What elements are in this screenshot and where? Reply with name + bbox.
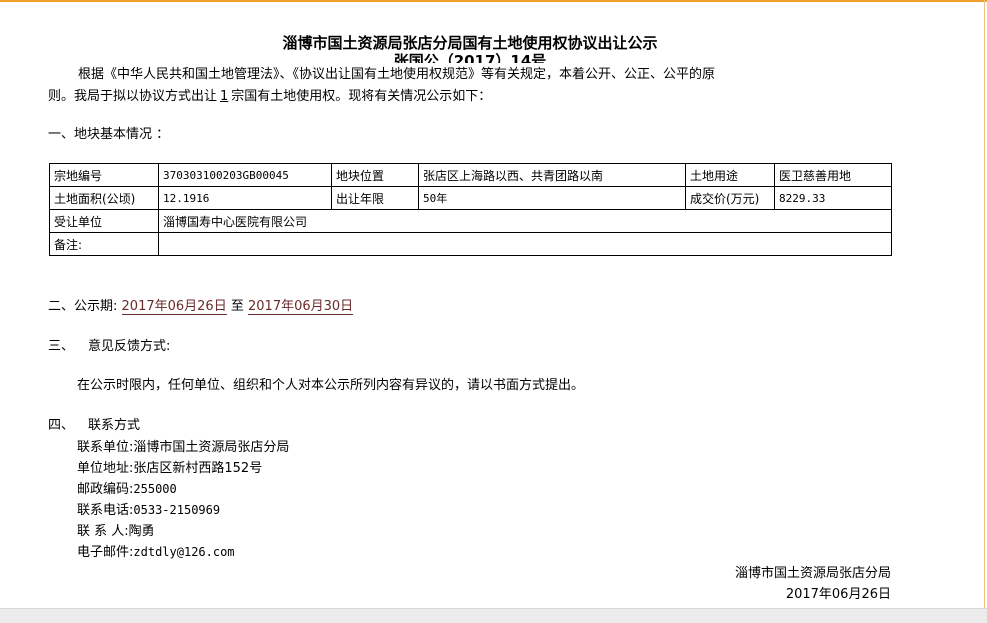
contact-label: 邮政编码: [77, 482, 134, 497]
period-end-date: 2017年06月30日 [248, 299, 354, 315]
table-row: 宗地编号 370303100203GB00045 地块位置 张店区上海路以西、共… [49, 163, 892, 187]
table-row: 受让单位 淄博国寿中心医院有限公司 [49, 209, 892, 233]
table-value-land-use: 医卫慈善用地 [774, 163, 892, 187]
table-label-area: 土地面积(公顷) [49, 186, 159, 210]
table-label-parcel-number: 宗地编号 [49, 163, 159, 187]
contact-value: 陶勇 [128, 524, 155, 539]
section-number: 三、 [48, 339, 75, 354]
table-label-price: 成交价(万元) [685, 186, 775, 210]
table-value-location: 张店区上海路以西、共青团路以南 [418, 163, 686, 187]
table-row: 备注: [49, 232, 892, 256]
contact-row-phone: 联系电话:0533-2150969 [77, 500, 289, 521]
section-contact: 四、 联系方式 [48, 417, 140, 435]
contact-row-address: 单位地址:张店区新村西路152号 [77, 458, 289, 479]
contact-email-link[interactable]: zdtdly@126.com [133, 545, 234, 559]
period-start-date: 2017年06月26日 [121, 299, 227, 315]
contact-list: 联系单位:淄博市国土资源局张店分局 单位地址:张店区新村西路152号 邮政编码:… [77, 437, 289, 563]
feedback-notice: 在公示时限内，任何单位、组织和个人对本公示所列内容有异议的，请以书面方式提出。 [77, 378, 585, 393]
publicity-period-label: 二、公示期: [48, 299, 118, 314]
section-number: 四、 [48, 418, 75, 433]
contact-row-email: 电子邮件:zdtdly@126.com [77, 542, 289, 563]
section-publicity-period: 二、公示期: 2017年06月26日 至 2017年06月30日 [48, 298, 354, 316]
period-to-label: 至 [230, 299, 244, 314]
bottom-scroll-strip[interactable] [0, 608, 987, 623]
document-number: 张国公（2017）14号 [393, 52, 547, 63]
table-value-parcel-number: 370303100203GB00045 [158, 163, 332, 187]
table-label-transferee: 受让单位 [49, 209, 159, 233]
section-feedback-method: 三、 意见反馈方式: [48, 338, 170, 356]
contact-value: 0533-2150969 [133, 503, 221, 517]
page-title: 淄博市国土资源局张店分局国有土地使用权协议出让公示 [282, 34, 658, 52]
table-value-area: 12.1916 [158, 186, 332, 210]
signature-date: 2017年06月26日 [785, 587, 891, 602]
table-value-term: 50年 [418, 186, 686, 210]
contact-row-person: 联 系 人:陶勇 [77, 521, 289, 542]
table-value-price: 8229.33 [774, 186, 892, 210]
parcel-info-table: 宗地编号 370303100203GB00045 地块位置 张店区上海路以西、共… [49, 163, 892, 256]
table-label-land-use: 土地用途 [685, 163, 775, 187]
table-value-remarks [158, 232, 892, 256]
table-label-remarks: 备注: [49, 232, 159, 256]
contact-label: 联系电话: [77, 503, 134, 518]
contact-row-unit: 联系单位:淄博市国土资源局张店分局 [77, 437, 289, 458]
section-heading-parcel-info: 一、地块基本情况 ： [48, 127, 170, 142]
top-accent-bar [0, 0, 987, 2]
intro-text-2: 宗国有土地使用权。现将有关情况公示如下： [231, 89, 492, 104]
intro-paragraph: 根据《中华人民共和国土地管理法》、《协议出让国有土地使用权规范》等有关规定，本着… [48, 64, 738, 108]
table-label-term: 出让年限 [331, 186, 419, 210]
right-border-line [984, 0, 985, 608]
contact-label: 联系单位: [77, 440, 134, 455]
contact-label: 联 系 人: [77, 524, 129, 539]
table-label-location: 地块位置 [331, 163, 419, 187]
contact-value: 张店区新村西路152号 [133, 461, 263, 476]
parcel-count: 1 [220, 89, 229, 104]
contact-label: 单位地址: [77, 461, 134, 476]
contact-value: 淄博市国土资源局张店分局 [133, 440, 290, 455]
contact-row-postcode: 邮政编码:255000 [77, 479, 289, 500]
section-heading: 联系方式 [88, 418, 141, 433]
table-row: 土地面积(公顷) 12.1916 出让年限 50年 成交价(万元) 8229.3… [49, 186, 892, 210]
contact-label: 电子邮件: [77, 545, 134, 560]
contact-value: 255000 [133, 482, 177, 496]
table-value-transferee: 淄博国寿中心医院有限公司 [158, 209, 892, 233]
signature-org: 淄博市国土资源局张店分局 [734, 566, 891, 581]
section-heading: 意见反馈方式: [88, 339, 171, 354]
